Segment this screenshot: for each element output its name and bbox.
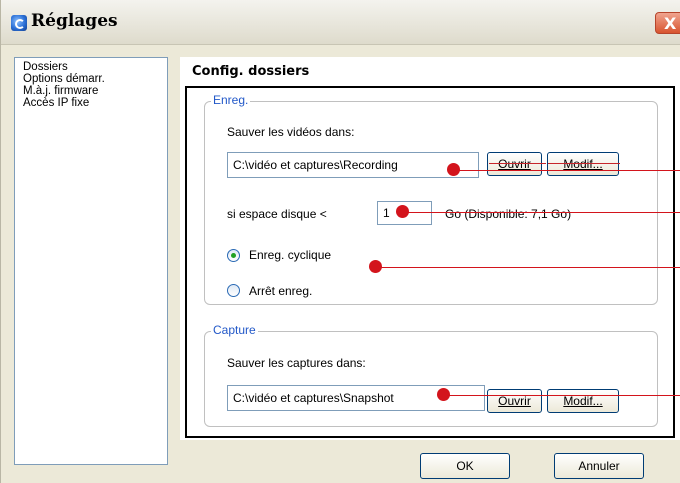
annotation-line-2 (402, 212, 680, 213)
capture-modify-label: Modif... (563, 394, 603, 408)
annotation-line-1 (453, 170, 680, 171)
title-bar: Réglages X (1, 0, 680, 45)
capture-modify-button[interactable]: Modif... (547, 389, 619, 413)
recording-modify-label: Modif... (563, 157, 603, 171)
capture-open-label: Ouvrir (498, 394, 531, 408)
capture-legend: Capture (211, 323, 258, 337)
cancel-button[interactable]: Annuler (554, 453, 644, 479)
annotation-strike-open (489, 163, 546, 164)
annotation-line-4 (443, 395, 680, 396)
radio-stop-label[interactable]: Arrêt enreg. (249, 284, 312, 298)
recording-save-label: Sauver les vidéos dans: (227, 125, 355, 139)
sidebar-item-acces-ip-fixe[interactable]: Accès IP fixe (23, 97, 89, 109)
radio-cyclic[interactable] (227, 249, 240, 262)
sidebar-item-options-demarr[interactable]: Options démarr. (23, 73, 105, 85)
recording-legend: Enreg. (211, 93, 251, 107)
capture-save-label: Sauver les captures dans: (227, 356, 366, 370)
settings-window: Réglages X Dossiers Options démarr. M.à.… (0, 0, 680, 483)
recording-path-input[interactable]: C:\vidéo et captures\Recording (227, 152, 479, 178)
window-title: Réglages (31, 11, 118, 31)
radio-cyclic-label[interactable]: Enreg. cyclique (249, 248, 331, 262)
annotation-strike-modify (548, 163, 620, 164)
annotation-dot-3 (369, 260, 382, 273)
sidebar: Dossiers Options démarr. M.à.j. firmware… (14, 57, 168, 465)
sidebar-item-dossiers[interactable]: Dossiers (23, 61, 68, 73)
recording-open-button[interactable]: Ouvrir (487, 152, 542, 176)
disk-space-label: si espace disque < (227, 207, 327, 221)
radio-stop[interactable] (227, 284, 240, 297)
folders-panel: Enreg. Sauver les vidéos dans: C:\vidéo … (185, 86, 675, 438)
recording-open-label: Ouvrir (498, 157, 531, 171)
panel-title: Config. dossiers (192, 64, 310, 79)
annotation-dot-4 (437, 388, 450, 401)
capture-open-button[interactable]: Ouvrir (487, 389, 542, 413)
sidebar-item-maj-firmware[interactable]: M.à.j. firmware (23, 85, 98, 97)
annotation-dot-1 (447, 163, 460, 176)
ok-button[interactable]: OK (420, 453, 510, 479)
app-icon (11, 15, 27, 31)
close-button[interactable]: X (655, 12, 680, 34)
annotation-dot-2 (396, 205, 409, 218)
disk-space-info: Go (Disponible: 7,1 Go) (445, 207, 572, 221)
recording-modify-button[interactable]: Modif... (547, 152, 619, 176)
annotation-line-3 (375, 267, 680, 268)
